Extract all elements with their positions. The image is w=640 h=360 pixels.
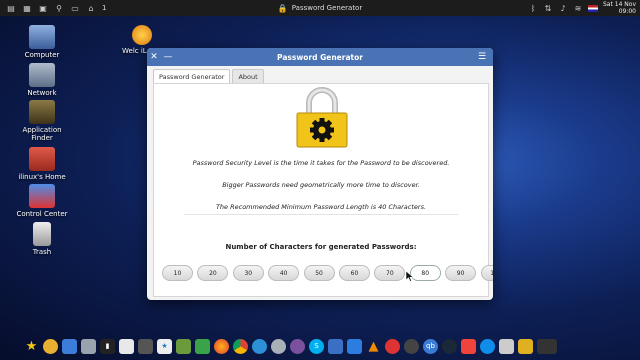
length-90-button[interactable]: 90 (445, 265, 477, 281)
info-line-2: Bigger Passwords need geometrically more… (222, 181, 420, 189)
desktop-icon-control-center[interactable]: Control Center (11, 184, 73, 218)
window-titlebar[interactable]: ✕ — Password Generator ☰ (147, 48, 493, 66)
desktop-icon-label: ilinux's Home (18, 173, 66, 181)
lock-icon[interactable] (518, 338, 533, 354)
bookmark-icon[interactable]: ★ (157, 338, 172, 354)
desktop-icon-trash[interactable]: Trash (11, 222, 73, 256)
length-40-button[interactable]: 40 (268, 265, 300, 281)
home-panel-icon[interactable]: ⌂ (86, 4, 96, 13)
firefox-icon[interactable] (214, 338, 229, 354)
anydesk-icon[interactable] (461, 338, 476, 354)
hamburger-menu-icon[interactable]: ☰ (475, 52, 489, 62)
bluetooth-icon[interactable]: ᛒ (528, 4, 538, 13)
shotwell-icon[interactable] (328, 338, 343, 354)
length-button-row: 10 20 30 40 50 60 70 80 90 100 (162, 265, 493, 281)
desktop-icon-label: Network (27, 89, 57, 97)
mouse-cursor-icon (406, 271, 414, 282)
binoculars-icon (29, 100, 55, 124)
home-icon (29, 147, 55, 171)
tab-panel: Password Security Level is the time it t… (153, 83, 493, 297)
computer-icon (29, 25, 55, 49)
window-title: Password Generator (277, 52, 363, 62)
can-icon[interactable] (195, 338, 210, 354)
lock-small-icon: 🔒 (277, 3, 288, 13)
trash-dock-icon[interactable] (499, 338, 514, 354)
control-center-icon (29, 184, 55, 208)
files-icon[interactable] (62, 338, 77, 354)
apps-icon[interactable] (43, 338, 58, 354)
dock: ★ ▮ ★ S ▲ qb (22, 335, 622, 357)
calculator-icon[interactable] (138, 338, 153, 354)
chrome-icon[interactable] (233, 338, 248, 354)
star-icon[interactable]: ★ (24, 339, 39, 354)
clock-icon[interactable] (537, 338, 557, 354)
length-20-button[interactable]: 20 (197, 265, 229, 281)
desktop-icon-computer[interactable]: Computer (11, 25, 73, 59)
terminal-panel-icon[interactable]: ▣ (38, 4, 48, 13)
length-80-button[interactable]: 80 (409, 265, 441, 281)
drive-icon[interactable] (81, 338, 96, 354)
wifi-icon[interactable]: ≋ (573, 4, 583, 13)
desktop-icon-label: Trash (32, 248, 52, 256)
clock[interactable]: Sat 14 Nov 09:00 (603, 1, 636, 15)
mail-icon[interactable] (347, 338, 362, 354)
length-100-button[interactable]: 100 (480, 265, 493, 281)
top-panel: ▤ ▦ ▣ ⚲ ▭ ⌂ 1 🔒 Password Generator ᛒ ⇅ ♪… (0, 0, 640, 16)
network-status-icon[interactable]: ⇅ (543, 4, 553, 13)
desktop-icon-home[interactable]: ilinux's Home (11, 147, 73, 181)
puzzle-icon[interactable] (176, 338, 191, 354)
workspace-indicator[interactable]: 1 (102, 4, 106, 12)
lock-gear-icon (296, 87, 348, 148)
arrow-icon[interactable] (404, 338, 419, 354)
volume-icon[interactable]: ♪ (558, 4, 568, 13)
network-icon (29, 63, 55, 87)
folder-panel-icon[interactable]: ▭ (70, 4, 80, 13)
viber-icon[interactable] (290, 338, 305, 354)
clock-date: Sat 14 Nov (603, 1, 636, 8)
password-generator-window: ✕ — Password Generator ☰ Password Genera… (147, 48, 493, 300)
length-30-button[interactable]: 30 (232, 265, 264, 281)
skype-icon[interactable]: S (309, 338, 324, 354)
menu-icon[interactable]: ▤ (6, 4, 16, 13)
desktop-icon-label: Application Finder (22, 126, 62, 142)
search-panel-icon[interactable]: ⚲ (54, 4, 64, 13)
desktop-icon-application-finder[interactable]: Application Finder (11, 100, 73, 142)
length-10-button[interactable]: 10 (162, 265, 193, 281)
flag-icon[interactable] (588, 4, 598, 12)
length-60-button[interactable]: 60 (338, 265, 370, 281)
teamviewer-icon[interactable] (480, 338, 495, 354)
desktop-icon-network[interactable]: Network (11, 63, 73, 97)
info-line-1: Password Security Level is the time it t… (192, 159, 450, 167)
files-panel-icon[interactable]: ▦ (22, 4, 32, 13)
sun-icon (132, 25, 152, 45)
characters-heading: Number of Characters for generated Passw… (225, 243, 417, 251)
info-line-3: The Recommended Minimum Password Length … (215, 203, 427, 211)
globe-icon[interactable] (252, 338, 267, 354)
active-window-title[interactable]: Password Generator (292, 4, 362, 12)
qbittorrent-icon[interactable]: qb (423, 338, 438, 354)
length-50-button[interactable]: 50 (303, 265, 335, 281)
steam-icon[interactable] (442, 338, 457, 354)
desktop-icon-label: Computer (24, 51, 60, 59)
trash-icon (33, 222, 51, 246)
hdd-icon[interactable] (271, 338, 286, 354)
separator (184, 214, 458, 215)
clock-time: 09:00 (618, 8, 636, 15)
desktop-icon-label: Control Center (16, 210, 68, 218)
vlc-icon[interactable]: ▲ (366, 339, 381, 354)
player-icon[interactable] (385, 338, 400, 354)
length-70-button[interactable]: 70 (374, 265, 406, 281)
terminal-icon[interactable]: ▮ (100, 338, 115, 354)
notes-icon[interactable] (119, 338, 134, 354)
